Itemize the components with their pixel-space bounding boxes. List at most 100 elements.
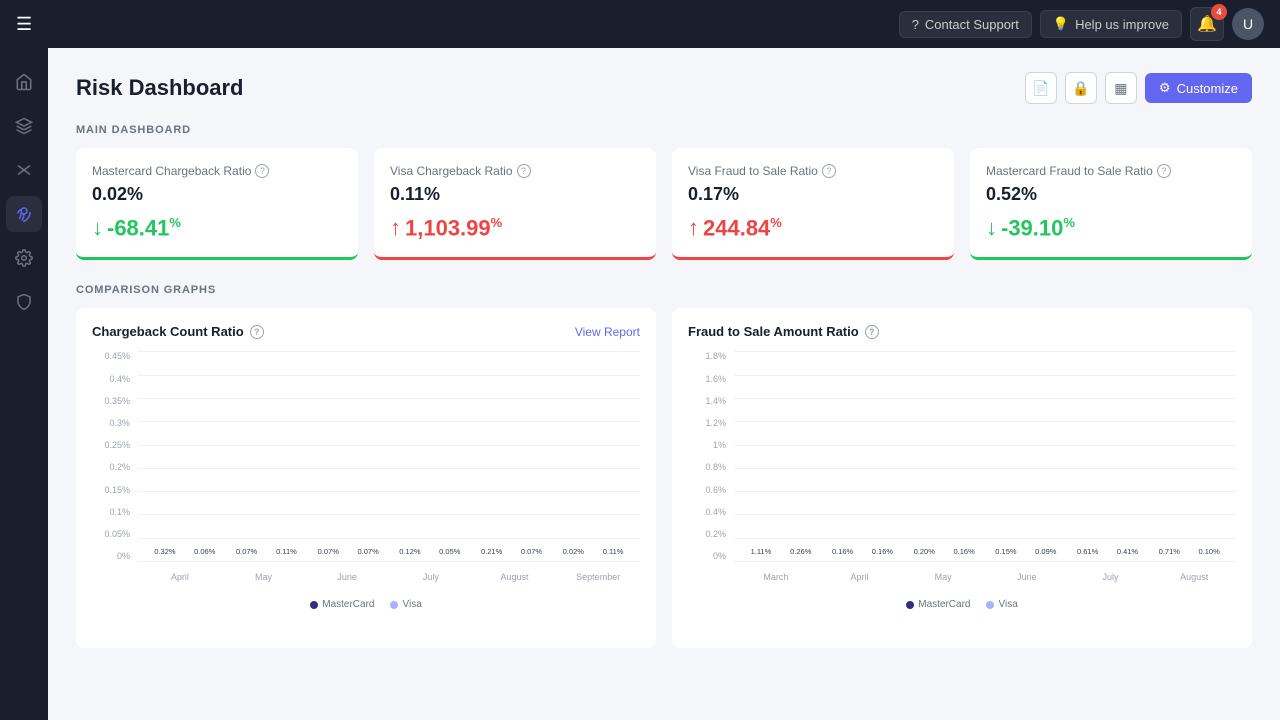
legend-visa: Visa (986, 599, 1017, 610)
chargeback-y-axis: 0.45% 0.4% 0.35% 0.3% 0.25% 0.2% 0.15% 0… (92, 351, 134, 561)
metric-value: 0.11% (390, 184, 640, 205)
fraud-y-axis: 1.8% 1.6% 1.4% 1.2% 1% 0.8% 0.6% 0.4% 0.… (688, 351, 730, 561)
view-report-link[interactable]: View Report (575, 325, 640, 339)
fraud-chart-plot: 1.11% 0.26% 0.16% (734, 351, 1236, 561)
main-dashboard-label: MAIN DASHBOARD (76, 124, 1252, 136)
metric-card-mc-fraud: Mastercard Fraud to Sale Ratio ? 0.52% ↓… (970, 148, 1252, 260)
sidebar (0, 48, 48, 720)
info-icon[interactable]: ? (255, 164, 269, 178)
metric-change: ↑ 244.84% (688, 215, 938, 241)
chargeback-title-text: Chargeback Count Ratio (92, 324, 244, 339)
contact-support-button[interactable]: ? Contact Support (899, 11, 1032, 38)
user-avatar[interactable]: U (1232, 8, 1264, 40)
sidebar-item-mix[interactable] (6, 152, 42, 188)
legend-dot-mc (906, 601, 914, 609)
info-icon[interactable]: ? (250, 325, 264, 339)
arrow-up-icon: ↑ (688, 215, 699, 241)
legend-dot-mc (310, 601, 318, 609)
table-view-button[interactable]: ▦ (1105, 72, 1137, 104)
metric-change: ↑ 1,103.99% (390, 215, 640, 241)
fraud-legend: MasterCard Visa (688, 599, 1236, 610)
menu-icon[interactable]: ☰ (16, 14, 32, 35)
sidebar-item-fingerprint[interactable] (6, 196, 42, 232)
metric-title-mc-fraud: Mastercard Fraud to Sale Ratio ? (986, 164, 1236, 178)
legend-label-mc: MasterCard (322, 599, 374, 610)
chargeback-legend: MasterCard Visa (92, 599, 640, 610)
fraud-chart-area: 1.8% 1.6% 1.4% 1.2% 1% 0.8% 0.6% 0.4% 0.… (688, 351, 1236, 591)
metric-card-mc-chargeback: Mastercard Chargeback Ratio ? 0.02% ↓ -6… (76, 148, 358, 260)
fraud-chart-title: Fraud to Sale Amount Ratio ? (688, 324, 879, 339)
change-value: 1,103.99% (405, 215, 502, 241)
change-value: -68.41% (107, 215, 181, 241)
metric-change: ↓ -39.10% (986, 215, 1236, 241)
notification-badge: 4 (1211, 4, 1227, 20)
fraud-title-text: Fraud to Sale Amount Ratio (688, 324, 859, 339)
metric-value: 0.52% (986, 184, 1236, 205)
customize-button[interactable]: ⚙ Customize (1145, 73, 1252, 103)
export-sheet-button[interactable]: 🔒 (1065, 72, 1097, 104)
info-icon[interactable]: ? (517, 164, 531, 178)
legend-visa: Visa (390, 599, 421, 610)
main-layout: Risk Dashboard 📄 🔒 ▦ ⚙ Customize MAIN DA… (0, 48, 1280, 720)
metric-change: ↓ -68.41% (92, 215, 342, 241)
change-value: 244.84% (703, 215, 782, 241)
help-improve-button[interactable]: 💡 Help us improve (1040, 10, 1182, 38)
charts-grid: Chargeback Count Ratio ? View Report 0.4… (76, 308, 1252, 648)
table-icon: ▦ (1114, 80, 1127, 97)
change-value: -39.10% (1001, 215, 1075, 241)
legend-dot-visa (986, 601, 994, 609)
arrow-down-icon: ↓ (92, 215, 103, 241)
sidebar-item-layers[interactable] (6, 108, 42, 144)
chargeback-chart-header: Chargeback Count Ratio ? View Report (92, 324, 640, 339)
export-pdf-button[interactable]: 📄 (1025, 72, 1057, 104)
info-icon[interactable]: ? (865, 325, 879, 339)
navbar-left: ☰ (16, 14, 32, 35)
metric-title-text: Visa Chargeback Ratio (390, 164, 513, 178)
pdf-icon: 📄 (1032, 80, 1049, 97)
metric-title-text: Mastercard Fraud to Sale Ratio (986, 164, 1153, 178)
customize-label: Customize (1177, 81, 1238, 96)
metric-card-visa-chargeback: Visa Chargeback Ratio ? 0.11% ↑ 1,103.99… (374, 148, 656, 260)
sidebar-item-shield[interactable] (6, 284, 42, 320)
legend-mastercard: MasterCard (906, 599, 970, 610)
navbar-right: ? Contact Support 💡 Help us improve 🔔 4 … (899, 7, 1264, 41)
contact-support-label: Contact Support (925, 17, 1019, 32)
fraud-bars: 1.11% 0.26% 0.16% (734, 351, 1236, 561)
info-icon[interactable]: ? (822, 164, 836, 178)
sidebar-item-settings[interactable] (6, 240, 42, 276)
sidebar-item-home[interactable] (6, 64, 42, 100)
avatar-initial: U (1243, 16, 1253, 32)
fraud-x-labels: March April May June July August (734, 563, 1236, 591)
navbar: ☰ ? Contact Support 💡 Help us improve 🔔 … (0, 0, 1280, 48)
arrow-down-icon: ↓ (986, 215, 997, 241)
comparison-section-label: COMPARISON GRAPHS (76, 284, 1252, 296)
chargeback-chart-title: Chargeback Count Ratio ? (92, 324, 264, 339)
chargeback-chart-area: 0.45% 0.4% 0.35% 0.3% 0.25% 0.2% 0.15% 0… (92, 351, 640, 591)
help-improve-label: Help us improve (1075, 17, 1169, 32)
legend-label-visa: Visa (402, 599, 421, 610)
fraud-chart-card: Fraud to Sale Amount Ratio ? 1.8% 1.6% 1… (672, 308, 1252, 648)
gear-icon: ⚙ (1159, 80, 1171, 96)
arrow-up-icon: ↑ (390, 215, 401, 241)
chargeback-x-labels: April May June July August September (138, 563, 640, 591)
improve-icon: 💡 (1053, 16, 1069, 32)
notification-button[interactable]: 🔔 4 (1190, 7, 1224, 41)
metric-title-visa-chargeback: Visa Chargeback Ratio ? (390, 164, 640, 178)
legend-label-mc: MasterCard (918, 599, 970, 610)
chargeback-chart-plot: 0.32% 0.06% 0.07% (138, 351, 640, 561)
metric-title-visa-fraud: Visa Fraud to Sale Ratio ? (688, 164, 938, 178)
metric-cards: Mastercard Chargeback Ratio ? 0.02% ↓ -6… (76, 148, 1252, 260)
main-content: Risk Dashboard 📄 🔒 ▦ ⚙ Customize MAIN DA… (48, 48, 1280, 720)
legend-mastercard: MasterCard (310, 599, 374, 610)
metric-title-text: Visa Fraud to Sale Ratio (688, 164, 818, 178)
info-icon[interactable]: ? (1157, 164, 1171, 178)
header-actions: 📄 🔒 ▦ ⚙ Customize (1025, 72, 1252, 104)
legend-label-visa: Visa (998, 599, 1017, 610)
chargeback-chart-card: Chargeback Count Ratio ? View Report 0.4… (76, 308, 656, 648)
metric-card-visa-fraud: Visa Fraud to Sale Ratio ? 0.17% ↑ 244.8… (672, 148, 954, 260)
support-icon: ? (912, 17, 919, 32)
chargeback-bars: 0.32% 0.06% 0.07% (138, 351, 640, 561)
metric-value: 0.17% (688, 184, 938, 205)
page-title: Risk Dashboard (76, 75, 244, 101)
metric-value: 0.02% (92, 184, 342, 205)
